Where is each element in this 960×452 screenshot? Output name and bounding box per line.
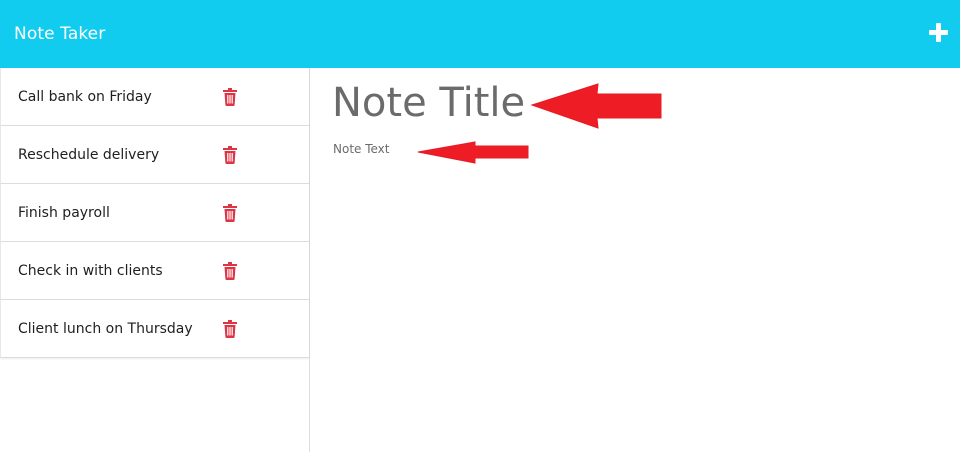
list-item[interactable]: Finish payroll: [0, 184, 309, 242]
note-list: Call bank on Friday Reschedule delivery …: [0, 68, 309, 358]
navbar: Note Taker: [0, 0, 960, 68]
trash-icon[interactable]: [223, 261, 237, 280]
note-title-input[interactable]: [332, 80, 932, 126]
note-list-item-title: Finish payroll: [18, 204, 110, 221]
list-item[interactable]: Client lunch on Thursday: [0, 300, 309, 358]
trash-icon[interactable]: [223, 203, 237, 222]
trash-icon[interactable]: [223, 145, 237, 164]
trash-icon[interactable]: [223, 87, 237, 106]
list-item[interactable]: Reschedule delivery: [0, 126, 309, 184]
note-list-item-title: Call bank on Friday: [18, 88, 152, 105]
plus-icon[interactable]: [928, 22, 950, 44]
note-list-item-title: Reschedule delivery: [18, 146, 160, 163]
app-title[interactable]: Note Taker: [14, 24, 105, 44]
note-editor: [310, 68, 960, 452]
note-sidebar: Call bank on Friday Reschedule delivery …: [0, 68, 310, 452]
note-text-input[interactable]: [333, 142, 933, 432]
list-item[interactable]: Check in with clients: [0, 242, 309, 300]
note-list-item-title: Check in with clients: [18, 262, 163, 279]
trash-icon[interactable]: [223, 319, 237, 338]
list-item[interactable]: Call bank on Friday: [0, 68, 309, 126]
note-list-item-title: Client lunch on Thursday: [18, 320, 193, 337]
